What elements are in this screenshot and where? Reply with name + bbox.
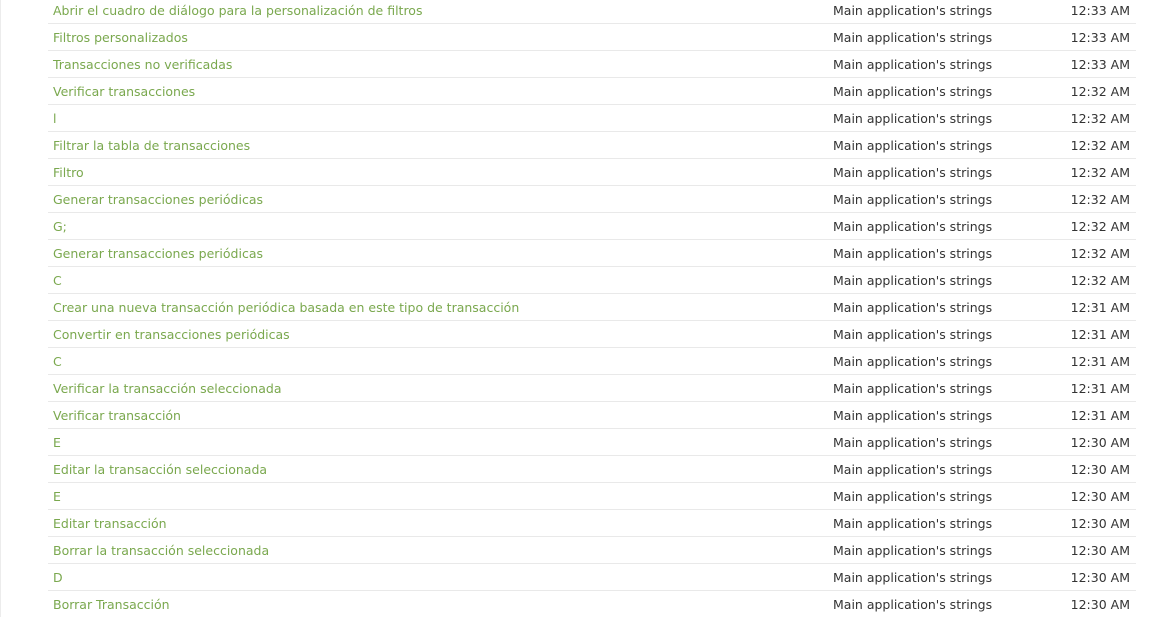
string-link[interactable]: Abrir el cuadro de diálogo para la perso… <box>53 3 422 18</box>
timestamp: 12:30 AM <box>1070 489 1130 504</box>
string-link[interactable]: Generar transacciones periódicas <box>53 246 263 261</box>
activity-row: E Main application's strings 12:30 AM <box>48 483 1136 510</box>
timestamp: 12:30 AM <box>1070 516 1130 531</box>
timestamp: 12:31 AM <box>1070 327 1130 342</box>
string-link[interactable]: Verificar transacción <box>53 408 181 423</box>
activity-row: Borrar la transacción seleccionada Main … <box>48 537 1136 564</box>
resource-name: Main application's strings <box>833 3 993 18</box>
string-link[interactable]: Filtro <box>53 165 84 180</box>
resource-name: Main application's strings <box>833 57 993 72</box>
resource-name: Main application's strings <box>833 273 993 288</box>
resource-name: Main application's strings <box>833 219 993 234</box>
timestamp: 12:31 AM <box>1070 354 1130 369</box>
resource-name: Main application's strings <box>833 381 993 396</box>
resource-name: Main application's strings <box>833 165 993 180</box>
resource-name: Main application's strings <box>833 489 993 504</box>
resource-name: Main application's strings <box>833 30 993 45</box>
timestamp: 12:30 AM <box>1070 462 1130 477</box>
activity-row: l Main application's strings 12:32 AM <box>48 105 1136 132</box>
timestamp: 12:30 AM <box>1070 435 1130 450</box>
resource-name: Main application's strings <box>833 111 993 126</box>
string-link[interactable]: l <box>53 111 56 126</box>
activity-row: Convertir en transacciones periódicas Ma… <box>48 321 1136 348</box>
resource-name: Main application's strings <box>833 246 993 261</box>
activity-row: Verificar transacciones Main application… <box>48 78 1136 105</box>
activity-row: Crear una nueva transacción periódica ba… <box>48 294 1136 321</box>
timestamp: 12:31 AM <box>1070 381 1130 396</box>
string-link[interactable]: D <box>53 570 63 585</box>
activity-row: Editar la transacción seleccionada Main … <box>48 456 1136 483</box>
string-link[interactable]: Verificar transacciones <box>53 84 195 99</box>
resource-name: Main application's strings <box>833 516 993 531</box>
string-link[interactable]: C <box>53 273 62 288</box>
resource-name: Main application's strings <box>833 408 993 423</box>
timestamp: 12:32 AM <box>1070 138 1130 153</box>
activity-row: C Main application's strings 12:32 AM <box>48 267 1136 294</box>
resource-name: Main application's strings <box>833 300 993 315</box>
string-link[interactable]: G; <box>53 219 67 234</box>
resource-name: Main application's strings <box>833 138 993 153</box>
resource-name: Main application's strings <box>833 84 993 99</box>
resource-name: Main application's strings <box>833 327 993 342</box>
string-link[interactable]: Transacciones no verificadas <box>53 57 232 72</box>
timestamp: 12:33 AM <box>1070 57 1130 72</box>
resource-name: Main application's strings <box>833 435 993 450</box>
string-link[interactable]: Editar la transacción seleccionada <box>53 462 267 477</box>
activity-row: Abrir el cuadro de diálogo para la perso… <box>48 0 1136 24</box>
activity-row: Filtros personalizados Main application'… <box>48 24 1136 51</box>
activity-row: Filtro Main application's strings 12:32 … <box>48 159 1136 186</box>
activity-row: Filtrar la tabla de transacciones Main a… <box>48 132 1136 159</box>
timestamp: 12:33 AM <box>1070 30 1130 45</box>
string-link[interactable]: Borrar la transacción seleccionada <box>53 543 269 558</box>
activity-list: Abrir el cuadro de diálogo para la perso… <box>48 0 1136 617</box>
timestamp: 12:32 AM <box>1070 273 1130 288</box>
string-link[interactable]: Filtros personalizados <box>53 30 188 45</box>
resource-name: Main application's strings <box>833 354 993 369</box>
activity-row: Borrar Transacción Main application's st… <box>48 591 1136 617</box>
timestamp: 12:30 AM <box>1070 570 1130 585</box>
string-link[interactable]: Generar transacciones periódicas <box>53 192 263 207</box>
activity-row: Verificar la transacción seleccionada Ma… <box>48 375 1136 402</box>
timestamp: 12:32 AM <box>1070 165 1130 180</box>
resource-name: Main application's strings <box>833 597 993 612</box>
activity-row: Transacciones no verificadas Main applic… <box>48 51 1136 78</box>
timestamp: 12:32 AM <box>1070 246 1130 261</box>
string-link[interactable]: Convertir en transacciones periódicas <box>53 327 290 342</box>
activity-row: G; Main application's strings 12:32 AM <box>48 213 1136 240</box>
string-link[interactable]: Borrar Transacción <box>53 597 170 612</box>
string-link[interactable]: Editar transacción <box>53 516 167 531</box>
timestamp: 12:30 AM <box>1070 543 1130 558</box>
resource-name: Main application's strings <box>833 543 993 558</box>
string-link[interactable]: Filtrar la tabla de transacciones <box>53 138 250 153</box>
activity-row: E Main application's strings 12:30 AM <box>48 429 1136 456</box>
resource-name: Main application's strings <box>833 570 993 585</box>
activity-row: D Main application's strings 12:30 AM <box>48 564 1136 591</box>
timestamp: 12:32 AM <box>1070 84 1130 99</box>
string-link[interactable]: E <box>53 435 61 450</box>
timestamp: 12:31 AM <box>1070 300 1130 315</box>
timestamp: 12:32 AM <box>1070 219 1130 234</box>
activity-row: Generar transacciones periódicas Main ap… <box>48 240 1136 267</box>
timestamp: 12:30 AM <box>1070 597 1130 612</box>
activity-row: Verificar transacción Main application's… <box>48 402 1136 429</box>
timestamp: 12:32 AM <box>1070 111 1130 126</box>
timestamp: 12:33 AM <box>1070 3 1130 18</box>
string-link[interactable]: Crear una nueva transacción periódica ba… <box>53 300 519 315</box>
resource-name: Main application's strings <box>833 462 993 477</box>
activity-row: Generar transacciones periódicas Main ap… <box>48 186 1136 213</box>
activity-row: C Main application's strings 12:31 AM <box>48 348 1136 375</box>
string-link[interactable]: E <box>53 489 61 504</box>
timestamp: 12:32 AM <box>1070 192 1130 207</box>
activity-row: Editar transacción Main application's st… <box>48 510 1136 537</box>
timestamp: 12:31 AM <box>1070 408 1130 423</box>
left-border <box>0 0 1 617</box>
resource-name: Main application's strings <box>833 192 993 207</box>
string-link[interactable]: Verificar la transacción seleccionada <box>53 381 281 396</box>
string-link[interactable]: C <box>53 354 62 369</box>
